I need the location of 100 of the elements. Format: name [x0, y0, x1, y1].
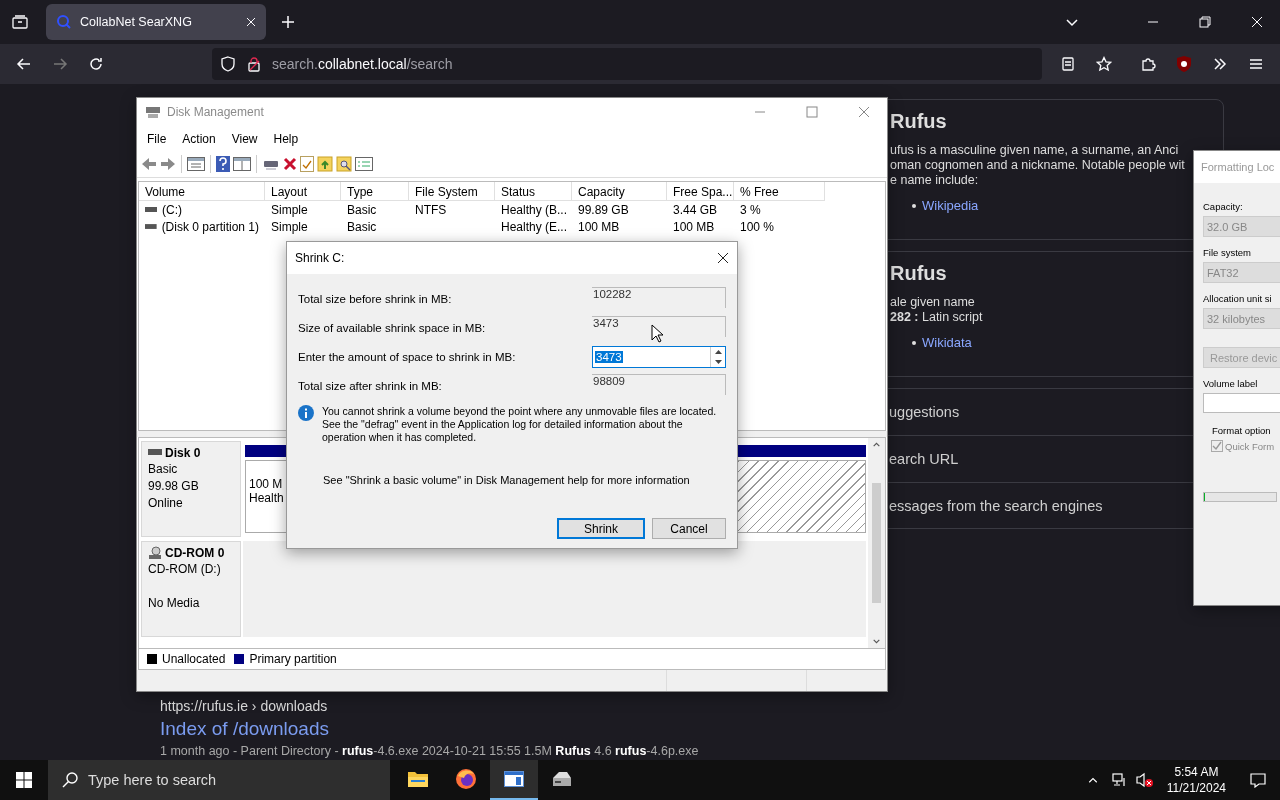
field-label: Total size before shrink in MB:	[298, 292, 453, 305]
disk-type: Basic	[148, 462, 179, 477]
disk-label-panel[interactable]: CD-ROM 0 CD-ROM (D:) No Media	[141, 541, 241, 637]
table-cell: (C:)	[162, 202, 182, 217]
result-snippet: 1 month ago - Parent Directory - rufus-4.6.exe 2024-10-21 15:55 1.5M Rufus 4.6 rufus-4.6p.exe	[160, 744, 700, 758]
column-header[interactable]: Status	[495, 182, 572, 201]
spin-arrows-icon[interactable]	[710, 346, 725, 367]
shrink-button[interactable]: Shrink	[557, 518, 645, 539]
close-icon[interactable]	[717, 252, 729, 264]
infobox-text: ufus is a masculine given name, a surname, an Anci	[890, 143, 1180, 158]
date-text: 11/21/2024	[1166, 780, 1226, 796]
table-cell: 3 %	[740, 202, 761, 217]
column-header[interactable]: % Free	[734, 182, 825, 201]
clock[interactable]: 5:54 AM 11/21/2024	[1158, 764, 1234, 796]
disk-app-icon	[145, 105, 161, 119]
number-field[interactable]: 3473	[592, 345, 726, 368]
table-cell: 100 %	[740, 219, 775, 234]
result-url: https://rufus.ie › downloads	[160, 698, 329, 714]
table-cell: 100 MB	[578, 219, 620, 234]
table-cell: Basic	[347, 219, 377, 234]
scrollbar[interactable]	[868, 438, 885, 648]
partition-size: 100 M	[249, 477, 284, 491]
infobox-link[interactable]: Wikipedia	[922, 198, 979, 213]
field-label: Volume label	[1203, 378, 1259, 389]
column-header[interactable]: Volume	[139, 182, 265, 201]
legend-label: Primary partition	[249, 652, 337, 666]
window-title: Formatting Loc	[1194, 151, 1280, 183]
menu-item[interactable]: Help	[265, 131, 307, 146]
column-header[interactable]: Capacity	[572, 182, 667, 201]
favicon-icon	[56, 14, 72, 30]
help-icon[interactable]	[216, 156, 230, 172]
help-message: See "Shrink a basic volume" in Disk Management help for more information	[323, 474, 691, 486]
lock-icon[interactable]	[246, 56, 262, 72]
column-header[interactable]: Type	[341, 182, 409, 201]
volume-icon	[145, 223, 157, 230]
infobox-heading: Rufus	[890, 110, 948, 133]
column-header[interactable]: Free Spa...	[667, 182, 734, 201]
column-header[interactable]: File System	[409, 182, 495, 201]
legend-label: Unallocated	[162, 652, 226, 666]
readonly-value: 102282	[592, 287, 726, 308]
disk-type: CD-ROM (D:)	[148, 562, 222, 577]
bullet-icon	[912, 203, 916, 208]
menu-item[interactable]: File	[139, 131, 175, 146]
address-bar[interactable]: search.collabnet.local/search	[212, 48, 1042, 80]
disk-size: 99.98 GB	[148, 479, 199, 493]
mouse-pointer-icon	[651, 324, 663, 343]
pane-icon[interactable]	[233, 157, 251, 171]
field-label: Total size after shrink in MB:	[298, 379, 443, 392]
table-cell: (Disk 0 partition 1)	[161, 219, 259, 234]
drive-icon	[551, 770, 573, 788]
field-label: Enter the amount of space to shrink in MB:	[298, 350, 517, 363]
scroll-thumb[interactable]	[872, 483, 881, 603]
input-field[interactable]	[1203, 393, 1280, 413]
folder-icon	[407, 770, 429, 788]
console-window-icon	[504, 771, 524, 787]
table-cell: Healthy (E...	[501, 219, 568, 234]
field-label: File system	[1203, 247, 1253, 258]
disk-status: No Media	[148, 596, 201, 611]
infobox-text: 282 : Latin script	[890, 310, 984, 325]
field-label: Capacity:	[1203, 201, 1244, 212]
column-header[interactable]: Layout	[265, 182, 341, 201]
result-title-link[interactable]: Index of /downloads	[160, 718, 872, 740]
infobox-link[interactable]: Wikidata	[922, 335, 972, 350]
table-cell: Healthy (B...	[501, 202, 568, 217]
disk-name: Disk 0	[165, 446, 201, 460]
readonly-value: 98809	[592, 374, 726, 395]
info-icon	[298, 405, 314, 421]
menu-item[interactable]: View	[223, 131, 266, 146]
field-label: Size of available shrink space in MB:	[298, 321, 487, 334]
dialog-title: Shrink C:	[295, 251, 346, 265]
infobox-text: e name include:	[890, 173, 980, 188]
browser-icon	[455, 768, 477, 790]
checklist-icon[interactable]	[300, 156, 314, 172]
shield-icon[interactable]	[220, 56, 236, 72]
disk-name: CD-ROM 0	[165, 546, 225, 560]
console-tree-icon[interactable]	[187, 157, 205, 171]
table-cell: 100 MB	[673, 219, 715, 234]
bullet-icon	[912, 340, 916, 345]
folder-search-icon[interactable]	[336, 156, 352, 172]
table-cell: 99.89 GB	[578, 202, 629, 217]
group-label: Format option	[1212, 425, 1272, 436]
properties-icon[interactable]	[355, 157, 373, 171]
volume-icon	[145, 206, 157, 213]
window-title: Disk Management	[167, 105, 265, 119]
browser-tab[interactable]: CollabNet SearXNG	[46, 4, 266, 40]
disc-drive-icon	[148, 546, 162, 560]
disk-label-panel[interactable]: Disk 0 Basic 99.98 GB Online	[141, 441, 241, 537]
cancel-button[interactable]: Cancel	[652, 518, 726, 539]
forward-arrow-icon[interactable]	[160, 157, 176, 171]
taskbar-search-field[interactable]: Type here to search	[48, 760, 390, 800]
delete-icon[interactable]	[283, 157, 297, 171]
chevron-up-icon[interactable]	[872, 440, 881, 449]
chevron-down-icon[interactable]	[872, 637, 881, 646]
table-cell: NTFS	[415, 202, 447, 217]
table-cell: Simple	[271, 202, 308, 217]
menu-item[interactable]: Action	[174, 131, 224, 146]
field-label: Allocation unit si	[1203, 293, 1273, 304]
checkbox-label: Quick Form	[1225, 440, 1275, 452]
search-icon	[62, 772, 78, 788]
disk-status: Online	[148, 496, 184, 511]
